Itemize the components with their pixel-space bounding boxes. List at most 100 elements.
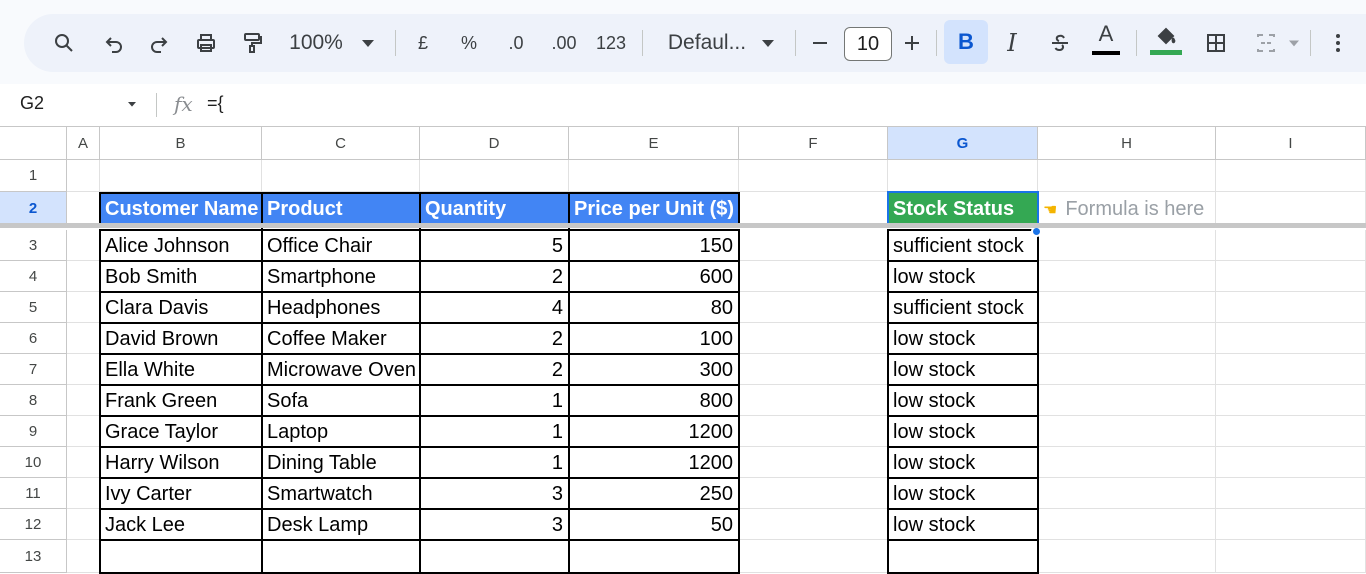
table-header-cell[interactable]: Quantity (420, 192, 569, 225)
column-header-f[interactable]: F (739, 126, 888, 160)
zoom-select[interactable]: 100% (284, 14, 348, 72)
search-icon[interactable] (44, 14, 84, 72)
table-header-cell[interactable]: Price per Unit ($) (569, 192, 739, 225)
table-header-cell[interactable]: Product (262, 192, 420, 225)
empty-cell[interactable] (739, 416, 888, 447)
product-cell[interactable]: Sofa (262, 385, 420, 416)
merge-cells-icon[interactable] (1246, 14, 1286, 72)
quantity-cell[interactable]: 1 (420, 416, 569, 447)
quantity-cell[interactable]: 2 (420, 261, 569, 292)
row-header-3[interactable]: 3 (0, 230, 67, 261)
font-chevron-down-icon[interactable] (756, 14, 780, 72)
product-cell[interactable]: Laptop (262, 416, 420, 447)
stock-status-cell[interactable]: sufficient stock (888, 292, 1038, 323)
stock-status-cell[interactable]: low stock (888, 447, 1038, 478)
number-format-button[interactable]: 123 (592, 14, 630, 72)
price-cell[interactable]: 250 (569, 478, 739, 509)
customer-name-cell[interactable]: Clara Davis (100, 292, 262, 323)
selected-cell-outline[interactable] (887, 191, 1039, 226)
empty-cell[interactable] (888, 540, 1038, 573)
empty-cell[interactable] (1216, 447, 1366, 478)
fill-color-button[interactable] (1146, 10, 1186, 68)
customer-name-cell[interactable]: Alice Johnson (100, 230, 262, 261)
empty-cell[interactable] (1038, 230, 1216, 261)
empty-cell[interactable] (67, 447, 100, 478)
price-cell[interactable]: 80 (569, 292, 739, 323)
empty-cell[interactable] (1216, 230, 1366, 261)
empty-cell[interactable] (67, 160, 100, 192)
empty-cell[interactable] (1216, 416, 1366, 447)
empty-cell[interactable] (1216, 478, 1366, 509)
font-size-input[interactable]: 10 (844, 27, 892, 61)
empty-cell[interactable] (262, 160, 420, 192)
empty-cell[interactable] (1038, 354, 1216, 385)
empty-cell[interactable] (420, 160, 569, 192)
empty-cell[interactable] (1038, 540, 1216, 573)
name-box[interactable]: G2 (20, 93, 44, 114)
empty-cell[interactable] (739, 192, 888, 225)
empty-cell[interactable] (739, 447, 888, 478)
empty-cell[interactable] (739, 354, 888, 385)
product-cell[interactable]: Coffee Maker (262, 323, 420, 354)
column-header-h[interactable]: H (1038, 126, 1216, 160)
name-box-chevron-icon[interactable] (124, 96, 140, 117)
stock-status-cell[interactable]: low stock (888, 416, 1038, 447)
stock-status-cell[interactable]: low stock (888, 509, 1038, 540)
row-header-6[interactable]: 6 (0, 323, 67, 354)
empty-cell[interactable] (67, 478, 100, 509)
empty-cell[interactable] (888, 160, 1038, 192)
empty-cell[interactable] (569, 160, 739, 192)
empty-cell[interactable] (1216, 540, 1366, 573)
quantity-cell[interactable]: 5 (420, 230, 569, 261)
quantity-cell[interactable]: 2 (420, 354, 569, 385)
customer-name-cell[interactable]: Harry Wilson (100, 447, 262, 478)
row-header-13[interactable]: 13 (0, 540, 67, 573)
empty-cell[interactable] (67, 323, 100, 354)
decrease-decimal-button[interactable]: .0 (498, 14, 534, 72)
row-header-12[interactable]: 12 (0, 509, 67, 540)
empty-cell[interactable] (67, 509, 100, 540)
empty-cell[interactable] (100, 160, 262, 192)
empty-cell[interactable] (739, 261, 888, 292)
stock-status-cell[interactable]: sufficient stock (888, 230, 1038, 261)
empty-cell[interactable] (100, 540, 262, 573)
stock-status-cell[interactable]: low stock (888, 385, 1038, 416)
empty-cell[interactable] (1038, 416, 1216, 447)
row-header-1[interactable]: 1 (0, 160, 67, 192)
column-header-b[interactable]: B (100, 126, 262, 160)
empty-cell[interactable] (1216, 509, 1366, 540)
row-header-9[interactable]: 9 (0, 416, 67, 447)
italic-button[interactable]: I (994, 14, 1030, 72)
stock-status-cell[interactable]: low stock (888, 261, 1038, 292)
font-select[interactable]: Defaul... (660, 14, 754, 72)
column-header-i[interactable]: I (1216, 126, 1366, 160)
empty-cell[interactable] (1216, 292, 1366, 323)
customer-name-cell[interactable]: Ivy Carter (100, 478, 262, 509)
column-header-d[interactable]: D (420, 126, 569, 160)
empty-cell[interactable] (739, 323, 888, 354)
decrease-font-size-icon[interactable] (806, 14, 834, 72)
formula-input[interactable]: ={ (207, 93, 224, 114)
empty-cell[interactable] (67, 385, 100, 416)
column-header-e[interactable]: E (569, 126, 739, 160)
customer-name-cell[interactable]: Jack Lee (100, 509, 262, 540)
customer-name-cell[interactable]: Ella White (100, 354, 262, 385)
empty-cell[interactable] (67, 292, 100, 323)
stock-status-cell[interactable]: low stock (888, 323, 1038, 354)
empty-cell[interactable] (1216, 385, 1366, 416)
empty-cell[interactable] (1038, 323, 1216, 354)
empty-cell[interactable] (739, 385, 888, 416)
empty-cell[interactable] (67, 261, 100, 292)
empty-cell[interactable] (739, 540, 888, 573)
empty-cell[interactable] (739, 160, 888, 192)
empty-cell[interactable] (1038, 509, 1216, 540)
select-all-corner[interactable] (0, 126, 67, 160)
product-cell[interactable]: Smartwatch (262, 478, 420, 509)
empty-cell[interactable] (67, 416, 100, 447)
price-cell[interactable]: 800 (569, 385, 739, 416)
empty-cell[interactable] (67, 540, 100, 573)
row-header-10[interactable]: 10 (0, 447, 67, 478)
empty-cell[interactable] (1216, 354, 1366, 385)
empty-cell[interactable] (569, 540, 739, 573)
empty-cell[interactable] (67, 192, 100, 225)
